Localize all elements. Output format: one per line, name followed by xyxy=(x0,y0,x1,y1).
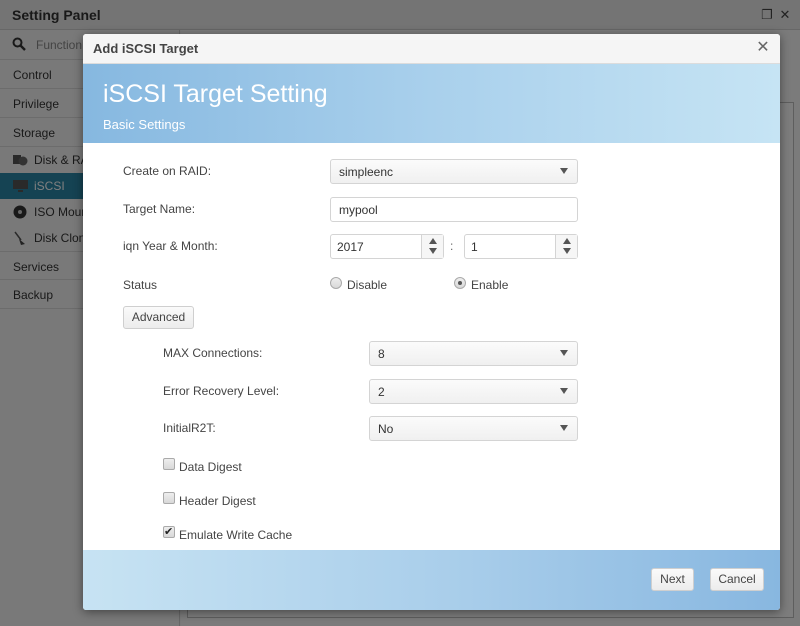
max-connections-select[interactable]: 8 xyxy=(369,341,578,366)
arrow-down-icon xyxy=(563,248,571,254)
raid-label: Create on RAID: xyxy=(123,164,212,178)
initial-r2t-value: No xyxy=(378,422,394,436)
iqn-label: iqn Year & Month: xyxy=(123,239,218,253)
chevron-down-icon xyxy=(560,388,568,394)
error-recovery-select[interactable]: 2 xyxy=(369,379,578,404)
iqn-year-spinner[interactable]: 2017 xyxy=(330,234,444,259)
status-label: Status xyxy=(123,278,158,292)
data-digest-label[interactable]: Data Digest xyxy=(179,460,242,474)
raid-select[interactable]: simpleenc xyxy=(330,159,578,184)
max-connections-label: MAX Connections: xyxy=(163,346,263,360)
arrow-up-icon xyxy=(429,238,437,244)
cancel-button[interactable]: Cancel xyxy=(710,568,764,591)
iqn-month-spinner[interactable]: 1 xyxy=(464,234,578,259)
chevron-down-icon xyxy=(560,425,568,431)
status-enable-radio[interactable] xyxy=(454,277,466,289)
data-digest-checkbox[interactable] xyxy=(163,458,175,470)
dialog-banner: iSCSI Target Setting Basic Settings xyxy=(83,64,780,143)
dialog-footer: Next Cancel xyxy=(83,550,780,610)
header-digest-checkbox[interactable] xyxy=(163,492,175,504)
error-recovery-value: 2 xyxy=(378,385,385,399)
chevron-down-icon xyxy=(560,168,568,174)
dialog-header: Add iSCSI Target ✕ xyxy=(83,34,780,64)
chevron-down-icon xyxy=(560,350,568,356)
raid-select-value: simpleenc xyxy=(339,165,394,179)
dialog-title: Add iSCSI Target xyxy=(93,41,199,56)
banner-subtitle: Basic Settings xyxy=(103,117,186,132)
target-name-label: Target Name: xyxy=(123,202,196,216)
iqn-separator: : xyxy=(450,239,454,253)
advanced-button[interactable]: Advanced xyxy=(123,306,194,329)
emulate-write-cache-label[interactable]: Emulate Write Cache xyxy=(179,528,292,542)
next-button[interactable]: Next xyxy=(651,568,694,591)
banner-title: iSCSI Target Setting xyxy=(103,80,328,108)
dialog-body: Create on RAID: simpleenc Target Name: i… xyxy=(83,143,780,550)
iqn-year-stepper[interactable] xyxy=(421,235,443,258)
status-disable-radio[interactable] xyxy=(330,277,342,289)
iqn-month-value: 1 xyxy=(471,240,478,254)
add-iscsi-target-dialog: Add iSCSI Target ✕ iSCSI Target Setting … xyxy=(83,34,780,610)
initial-r2t-label: InitialR2T: xyxy=(163,421,216,435)
arrow-up-icon xyxy=(563,238,571,244)
max-connections-value: 8 xyxy=(378,347,385,361)
iqn-month-stepper[interactable] xyxy=(555,235,577,258)
error-recovery-label: Error Recovery Level: xyxy=(163,384,280,398)
initial-r2t-select[interactable]: No xyxy=(369,416,578,441)
target-name-input[interactable] xyxy=(330,197,578,222)
arrow-down-icon xyxy=(429,248,437,254)
close-icon[interactable]: ✕ xyxy=(755,40,771,56)
status-disable-label[interactable]: Disable xyxy=(347,278,387,292)
status-enable-label[interactable]: Enable xyxy=(471,278,508,292)
header-digest-label[interactable]: Header Digest xyxy=(179,494,256,508)
iqn-year-value: 2017 xyxy=(337,240,364,254)
emulate-write-cache-checkbox[interactable] xyxy=(163,525,175,538)
